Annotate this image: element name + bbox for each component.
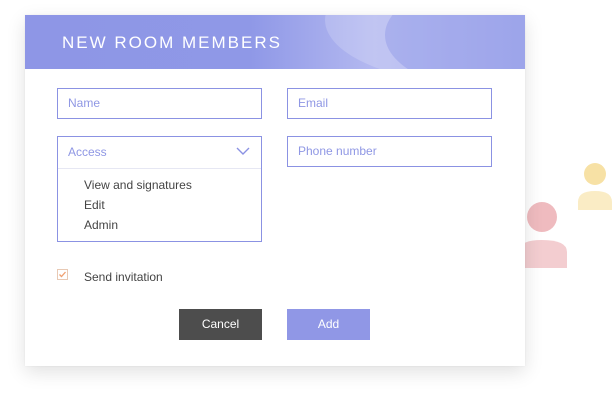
- dialog-header: NEW ROOM MEMBERS: [25, 15, 525, 69]
- user-avatar-yellow-icon: [578, 163, 612, 210]
- access-dropdown-header[interactable]: Access: [58, 137, 261, 169]
- email-input[interactable]: [298, 89, 481, 117]
- name-input[interactable]: [68, 89, 251, 117]
- user-avatar-red-icon: [520, 202, 567, 268]
- access-option-admin[interactable]: Admin: [84, 218, 118, 232]
- access-option-edit[interactable]: Edit: [84, 198, 105, 212]
- cancel-button[interactable]: Cancel: [179, 309, 262, 340]
- header-decoration-2: [385, 15, 525, 69]
- access-label: Access: [68, 145, 107, 159]
- dialog-title: NEW ROOM MEMBERS: [62, 33, 282, 52]
- chevron-down-icon[interactable]: [236, 146, 250, 156]
- name-field[interactable]: [57, 88, 262, 119]
- access-dropdown[interactable]: Access View and signatures Edit Admin: [57, 136, 262, 242]
- phone-input[interactable]: [298, 137, 481, 165]
- add-button[interactable]: Add: [287, 309, 370, 340]
- phone-field[interactable]: [287, 136, 492, 167]
- send-invitation-checkbox[interactable]: [57, 269, 68, 280]
- access-option-view-and-signatures[interactable]: View and signatures: [84, 178, 192, 192]
- email-field[interactable]: [287, 88, 492, 119]
- new-room-members-dialog: NEW ROOM MEMBERS Access View and signatu…: [25, 15, 525, 366]
- send-invitation-label: Send invitation: [84, 270, 163, 284]
